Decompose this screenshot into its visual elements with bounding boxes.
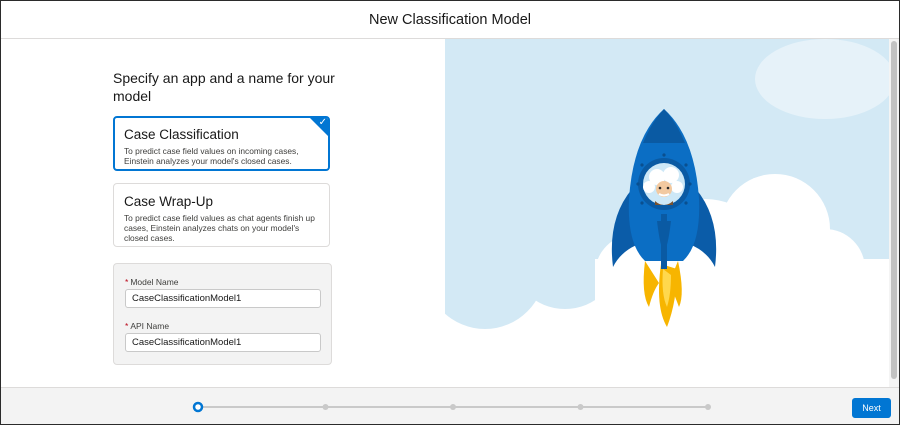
vertical-scrollbar[interactable] <box>889 39 899 387</box>
name-form: *Model Name *API Name <box>113 263 332 365</box>
modal-title: New Classification Model <box>369 11 531 28</box>
app-card-description: To predict case field values on incoming… <box>124 146 299 166</box>
model-name-label: * Model Name <box>125 277 179 287</box>
scrollbar-thumb[interactable] <box>891 41 897 379</box>
required-marker: * <box>125 277 129 287</box>
setup-panel: Specify an app and a name for your model… <box>1 39 445 387</box>
progress-indicator <box>192 401 711 413</box>
api-name-input[interactable] <box>125 333 321 352</box>
next-button[interactable]: Next <box>852 398 891 418</box>
api-name-label-text: API Name <box>130 321 170 331</box>
progress-step-current <box>192 401 204 413</box>
progress-step <box>577 404 584 410</box>
section-heading: Specify an app and a name for your model <box>113 70 335 104</box>
app-card-description: To predict case field values as chat age… <box>124 213 315 243</box>
progress-step <box>705 404 711 410</box>
app-card-title: Case Classification <box>124 127 239 142</box>
app-card-case-classification[interactable]: ✓ Case Classification To predict case fi… <box>113 116 330 171</box>
model-name-label-text: Model Name <box>130 277 179 287</box>
app-card-title: Case Wrap-Up <box>124 194 214 209</box>
modal-header: New Classification Model <box>1 1 899 39</box>
progress-step <box>322 404 329 410</box>
check-icon: ✓ <box>318 117 327 128</box>
progress-step <box>450 404 456 410</box>
illustration-panel <box>445 39 889 387</box>
api-name-label: * API Name <box>125 321 169 331</box>
required-marker: * <box>125 321 129 331</box>
modal-footer: Next <box>1 387 899 424</box>
einstein-rocket-illustration <box>445 39 889 387</box>
app-card-case-wrap-up[interactable]: Case Wrap-Up To predict case field value… <box>113 183 330 247</box>
modal-window: New Classification Model Specify an app … <box>0 0 900 425</box>
model-name-input[interactable] <box>125 289 321 308</box>
